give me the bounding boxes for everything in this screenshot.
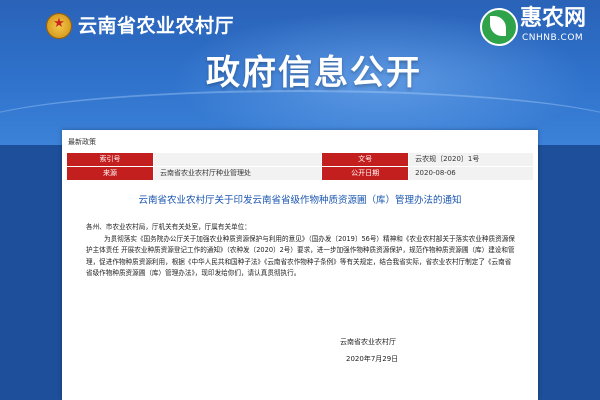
emblem-star: ★: [53, 16, 65, 31]
document-title: 云南省农业农村厅关于印发云南省省级作物种质资源圃（库）管理办法的通知: [138, 195, 462, 206]
national-emblem-icon: ★: [46, 13, 72, 39]
document-panel: 最新政策 索引号 文号 云农规〔2020〕1号 来源 云南省农业农村厅种业管理处…: [62, 130, 538, 400]
document-salutation: 各州、市农业农村局，厅机关有关处室，厅属有关单位：: [86, 223, 251, 231]
source-label: 来源: [66, 166, 154, 181]
document-date: 2020年7月29日: [346, 355, 399, 363]
source-value: 云南省农业农村厅种业管理处: [152, 166, 323, 181]
banner-title: 政府信息公开: [206, 53, 422, 93]
meta-row: 索引号 文号 云农规〔2020〕1号: [66, 152, 534, 167]
index-label: 索引号: [66, 152, 154, 167]
doc-number-label: 文号: [321, 152, 410, 167]
publish-date-label: 公开日期: [321, 166, 410, 181]
meta-row: 来源 云南省农业农村厅种业管理处 公开日期 2020-08-06: [66, 166, 534, 181]
leaf-logo-icon: [480, 8, 518, 46]
brand-name: 惠农网: [520, 6, 587, 31]
brand-domain: CNHNB.COM: [522, 33, 584, 43]
document-paragraph: 为贯彻落实《国务院办公厅关于加强农业种质资源保护与利用的意见》（国办发〔2019…: [86, 234, 515, 278]
document-signature: 云南省农业农村厅: [340, 338, 396, 346]
breadcrumb[interactable]: 最新政策: [68, 138, 96, 147]
site-header: ★ 云南省农业农村厅 惠农网 CNHNB.COM 政府信息公开: [0, 0, 600, 145]
ministry-name[interactable]: 云南省农业农村厅: [78, 15, 234, 37]
publish-date-value: 2020-08-06: [408, 166, 534, 181]
doc-number-value: 云农规〔2020〕1号: [408, 152, 534, 167]
brand-logo[interactable]: 惠农网 CNHNB.COM: [480, 4, 598, 48]
document-body: 各州、市农业农村局，厅机关有关处室，厅属有关单位： 为贯彻落实《国务院办公厅关于…: [86, 222, 516, 280]
index-value: [152, 152, 323, 167]
document-meta-table: 索引号 文号 云农规〔2020〕1号 来源 云南省农业农村厅种业管理处 公开日期…: [66, 152, 534, 181]
